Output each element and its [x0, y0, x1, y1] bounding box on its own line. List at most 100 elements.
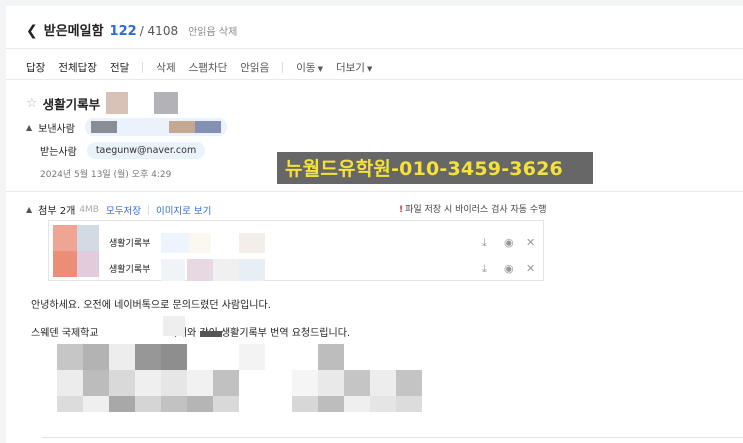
delete-button[interactable]: 삭제	[156, 60, 175, 75]
redacted-block	[109, 396, 135, 412]
sender-chip[interactable]	[84, 118, 227, 136]
chevron-up-icon[interactable]: ▲	[26, 205, 32, 214]
attachment-header: ▲ 첨부 2개 4MB 모두저장 이미지로 보기	[26, 202, 211, 217]
close-icon[interactable]: ✕	[526, 236, 535, 249]
warning-mark: !	[399, 205, 404, 215]
redacted-block	[292, 396, 318, 412]
attachment-name: 생활기록부	[109, 265, 151, 275]
redacted-block	[77, 251, 99, 277]
redacted-block	[161, 344, 187, 370]
redacted-block	[57, 396, 83, 412]
redacted-block	[213, 370, 239, 396]
download-icon[interactable]: ⤓	[482, 236, 487, 250]
download-icon[interactable]: ⤓	[482, 262, 487, 276]
more-label: 더보기	[335, 62, 365, 74]
divider	[42, 437, 743, 438]
redacted-block	[213, 396, 239, 412]
redacted-block	[187, 370, 213, 396]
toolbar: 답장 전체답장 전달 삭제 스팸차단 안읽음 이동 ▼ 더보기 ▼	[26, 60, 385, 75]
redacted-block	[109, 344, 135, 370]
redacted-block	[135, 344, 161, 370]
more-button[interactable]: 더보기 ▼	[336, 60, 372, 75]
redacted-block	[213, 259, 239, 281]
mail-header: ❮ 받은메일함 122 / 4108 안읽음 삭제	[26, 20, 237, 40]
redacted-block	[187, 396, 213, 412]
redacted-block	[83, 396, 109, 412]
close-icon[interactable]: ✕	[526, 262, 535, 275]
body-line: 안녕하세요. 오전에 네이버톡으로 문의드렸던 사람입니다.	[31, 300, 271, 311]
attachment-size: 4MB	[79, 204, 99, 215]
preview-icon[interactable]: ◉	[504, 262, 514, 275]
redacted-block	[318, 396, 344, 412]
caret-down-icon: ▼	[366, 65, 373, 73]
mark-unread-button[interactable]: 안읽음	[240, 60, 269, 75]
redacted-block	[106, 92, 129, 114]
body-text-part: 스웨덴 국제학교	[31, 328, 99, 339]
redacted-block	[161, 233, 189, 253]
toolbar-separator	[282, 62, 284, 73]
divider	[6, 48, 743, 49]
redacted-block	[135, 396, 161, 412]
preview-icon[interactable]: ◉	[504, 236, 514, 249]
receiver-row: 받는사람 taegunw@naver.com	[40, 142, 206, 159]
total-count: / 4108	[139, 24, 179, 38]
redacted-block	[318, 344, 344, 370]
redacted-block	[168, 121, 195, 133]
redacted-block	[90, 121, 117, 133]
receiver-chip[interactable]: taegunw@naver.com	[86, 142, 206, 159]
folder-title[interactable]: 받은메일함	[44, 20, 104, 39]
redacted-block	[154, 92, 179, 114]
virus-scan-notice: ! 파일 저장 시 바이러스 검사 자동 수행	[399, 202, 546, 215]
redacted-block	[163, 316, 185, 336]
chevron-up-icon[interactable]: ▲	[26, 123, 32, 132]
save-all-link[interactable]: 모두저장	[106, 203, 141, 217]
redacted-block	[57, 370, 83, 396]
redacted-block	[200, 331, 222, 337]
mail-date: 2024년 5월 13일 (월) 오후 4:29	[40, 170, 172, 180]
attachment-item[interactable]: 생활기록부	[109, 236, 150, 249]
watermark-banner: 뉴월드유학원-010-3459-3626	[277, 152, 593, 184]
redacted-block	[344, 370, 370, 396]
view-as-image-link[interactable]: 이미지로 보기	[156, 203, 211, 217]
reply-button[interactable]: 답장	[26, 60, 45, 75]
star-icon[interactable]: ☆	[26, 96, 38, 111]
separator	[147, 204, 149, 215]
chevron-left-icon[interactable]: ❮	[26, 23, 38, 39]
redacted-block	[161, 396, 187, 412]
redacted-block	[53, 251, 77, 277]
watermark-text: 뉴월드유학원-010-3459-3626	[285, 158, 563, 180]
redacted-block	[396, 396, 422, 412]
redacted-block	[239, 233, 265, 253]
redacted-block	[370, 396, 396, 412]
attachment-item[interactable]: 생활기록부	[109, 262, 150, 275]
mail-view: ❮ 받은메일함 122 / 4108 안읽음 삭제 답장 전체답장 전달 삭제 …	[6, 6, 743, 443]
forward-button[interactable]: 전달	[110, 60, 129, 75]
move-button[interactable]: 이동 ▼	[296, 60, 323, 75]
redacted-block	[189, 233, 211, 253]
redacted-block	[344, 396, 370, 412]
mail-subject: 생활기록부	[42, 96, 101, 112]
sender-row: ▲ 보낸사람	[26, 118, 227, 136]
toolbar-separator	[142, 62, 144, 73]
warning-text: 파일 저장 시 바이러스 검사 자동 수행	[405, 205, 547, 215]
unread-count[interactable]: 122	[110, 24, 137, 39]
redacted-block	[57, 344, 83, 370]
attachment-name: 생활기록부	[109, 239, 151, 249]
redacted-block	[77, 225, 99, 251]
body-line: 스웨덴 국제학교 아래와 같이 생활기록부 번역 요청드립니다.	[31, 324, 350, 339]
attachment-list: 생활기록부 ⤓ ◉ ✕ 생활기록부 ⤓ ◉ ✕	[48, 220, 544, 281]
redacted-block	[161, 370, 187, 396]
redacted-block	[135, 370, 161, 396]
body-text-part: 아래와 같이 생활기록부 번역 요청드립니다.	[168, 328, 351, 339]
block-spam-button[interactable]: 스팸차단	[189, 60, 228, 75]
delete-unread-link[interactable]: 안읽음 삭제	[188, 23, 237, 38]
subject-row: ☆ 생활기록부	[26, 92, 179, 114]
sender-label: 보낸사람	[38, 123, 75, 135]
redacted-block	[292, 370, 318, 396]
attachment-title: 첨부 2개	[38, 206, 76, 217]
redacted-block	[194, 121, 221, 133]
reply-all-button[interactable]: 전체답장	[58, 60, 97, 75]
divider	[6, 191, 743, 192]
redacted-block	[83, 370, 109, 396]
redacted-block	[239, 344, 265, 370]
